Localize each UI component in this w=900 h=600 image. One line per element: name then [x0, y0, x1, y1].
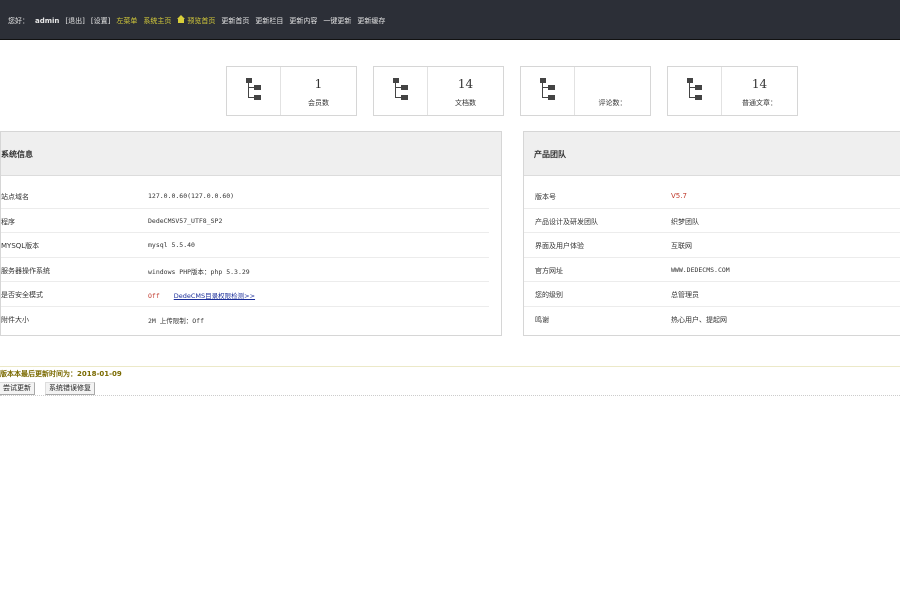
system-info-panel: 系统信息 站点域名 127.0.0.60(127.0.0.60) 程序 Dede…: [0, 131, 502, 336]
info-key: 版本号: [535, 193, 556, 201]
update-actions: 尝试更新 系统错误修复: [0, 382, 95, 395]
info-value: windows PHP版本：php 5.3.29: [148, 267, 250, 276]
info-value: 2M 上传限制：Off: [148, 316, 204, 325]
home-icon: [177, 15, 186, 23]
info-key: 是否安全模式: [1, 291, 43, 300]
panel-header: 产品团队: [524, 132, 900, 176]
info-key: 官方网址: [535, 266, 563, 275]
greeting-label: 您好：: [8, 16, 29, 25]
info-row: 服务器操作系统 windows PHP版本：php 5.3.29: [1, 258, 489, 283]
info-row: 站点域名 127.0.0.60(127.0.0.60): [1, 184, 489, 209]
preview-home-label: 预览首页: [187, 17, 216, 25]
info-row: MYSQL版本 mysql 5.5.40: [1, 233, 489, 258]
product-team-rows: 版本号 V5.7 产品设计及研发团队 织梦团队 界面及用户体验 互联网 官方网址…: [524, 184, 900, 332]
info-row: 官方网址 WWW.DEDECMS.COM: [524, 258, 900, 283]
version-value: V5.7: [671, 192, 687, 200]
preview-home-link[interactable]: 预览首页: [177, 15, 215, 26]
username-label: admin: [35, 16, 60, 25]
system-home-link[interactable]: 系统主页: [143, 16, 171, 26]
update-notice: 版本本最后更新时间为：2018-01-09: [0, 370, 122, 378]
menu-update-column[interactable]: 更新栏目: [255, 16, 283, 26]
info-row: 附件大小 2M 上传限制：Off: [1, 307, 489, 332]
stat-icon-cell: [668, 67, 722, 115]
menu-update-content[interactable]: 更新内容: [289, 16, 317, 26]
info-key: 鸣谢: [535, 315, 549, 324]
info-row: 是否安全模式 Off DedeCMS目录权限检测>>: [1, 282, 489, 307]
tree-structure-icon: [393, 78, 409, 102]
info-key: 界面及用户体验: [535, 242, 584, 251]
stat-box-members[interactable]: 1 会员数: [226, 66, 357, 116]
info-value: 127.0.0.60(127.0.0.60): [148, 192, 235, 200]
system-repair-button[interactable]: 系统错误修复: [45, 382, 95, 395]
tree-structure-icon: [687, 78, 703, 102]
logout-link[interactable]: [退出]: [65, 16, 84, 26]
menu-update-home[interactable]: 更新首页: [221, 16, 249, 26]
divider: [0, 395, 900, 396]
info-value: 互联网: [671, 242, 692, 251]
stat-label: 评论数：: [598, 99, 627, 107]
panel-header: 系统信息: [1, 132, 501, 176]
stat-label: 文档数: [455, 99, 476, 107]
stat-value: 1: [314, 77, 323, 91]
check-update-button[interactable]: 尝试更新: [0, 382, 35, 395]
stat-box-documents[interactable]: 14 文档数: [373, 66, 504, 116]
safe-mode-status: Off: [148, 292, 160, 301]
info-row: 鸣谢 热心用户、提起网: [524, 307, 900, 332]
stat-icon-cell: [374, 67, 428, 115]
info-key: 程序: [1, 217, 15, 226]
stat-icon-cell: [227, 67, 281, 115]
menu-update-all[interactable]: 一键更新: [323, 16, 351, 26]
info-value: 热心用户、提起网: [671, 315, 727, 324]
info-row: 界面及用户体验 互联网: [524, 233, 900, 258]
left-menu-link[interactable]: 左菜单: [116, 16, 137, 26]
info-row: 您的级别 总管理员: [524, 282, 900, 307]
divider: [0, 366, 900, 367]
system-info-rows: 站点域名 127.0.0.60(127.0.0.60) 程序 DedeCMSV5…: [1, 184, 489, 332]
info-row: 程序 DedeCMSV57_UTF8_SP2: [1, 209, 489, 234]
info-key: 服务器操作系统: [1, 266, 50, 275]
info-key: 附件大小: [1, 315, 29, 324]
info-value: DedeCMSV57_UTF8_SP2: [148, 216, 223, 225]
panel-title: 系统信息: [1, 150, 33, 159]
top-nav: 您好： admin [退出] [设置] 左菜单 系统主页 预览首页 更新首页 更…: [8, 15, 385, 26]
settings-link[interactable]: [设置]: [91, 16, 110, 26]
product-team-panel: 产品团队 版本号 V5.7 产品设计及研发团队 织梦团队 界面及用户体验 互联网…: [523, 131, 900, 336]
info-value: 织梦团队: [671, 217, 699, 226]
top-navigation-bar: 您好： admin [退出] [设置] 左菜单 系统主页 预览首页 更新首页 更…: [0, 0, 900, 40]
stat-label: 普通文章：: [742, 99, 777, 107]
stat-icon-cell: [521, 67, 575, 115]
stat-value: 14: [751, 77, 768, 91]
info-key: 产品设计及研发团队: [535, 217, 598, 226]
info-row: 产品设计及研发团队 织梦团队: [524, 209, 900, 234]
info-value: mysql 5.5.40: [148, 241, 195, 250]
info-key: MYSQL版本: [1, 242, 40, 251]
info-value-safe-mode: Off DedeCMS目录权限检测>>: [148, 290, 255, 300]
menu-update-cache[interactable]: 更新缓存: [357, 16, 385, 26]
info-row: 版本号 V5.7: [524, 184, 900, 209]
tree-structure-icon: [540, 78, 556, 102]
stat-box-comments[interactable]: 评论数：: [520, 66, 651, 116]
permission-check-link[interactable]: DedeCMS目录权限检测>>: [174, 292, 255, 300]
info-key: 您的级别: [535, 291, 563, 300]
tree-structure-icon: [246, 78, 262, 102]
info-key: 站点域名: [1, 193, 29, 201]
stat-label: 会员数: [308, 99, 329, 107]
panel-title: 产品团队: [534, 150, 566, 159]
stat-value: 14: [457, 77, 474, 91]
info-value: 总管理员: [671, 291, 699, 300]
official-site-link[interactable]: WWW.DEDECMS.COM: [671, 266, 730, 274]
stat-box-articles[interactable]: 14 普通文章：: [667, 66, 798, 116]
